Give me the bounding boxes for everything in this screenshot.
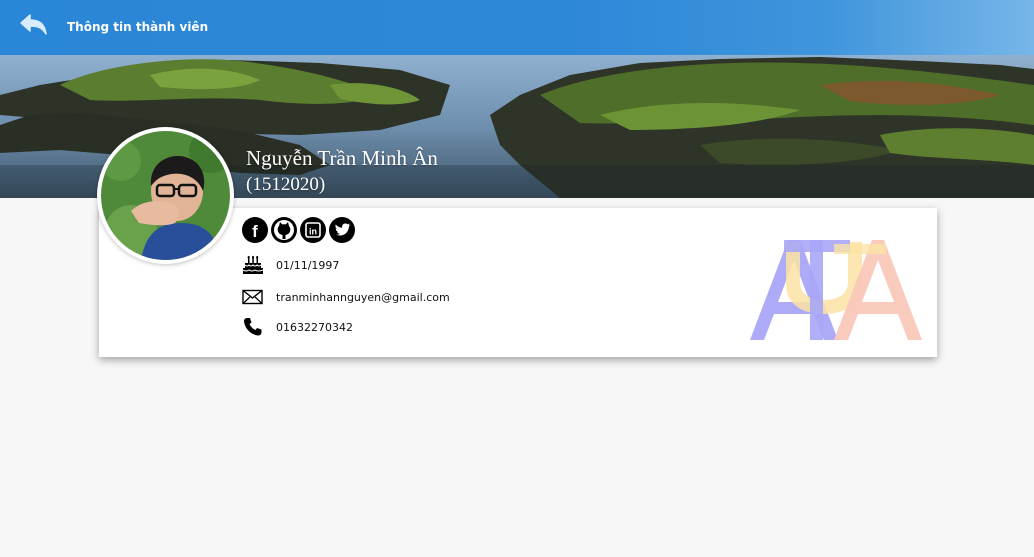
twitter-link[interactable] — [329, 217, 355, 243]
team-logo — [748, 234, 924, 344]
linkedin-icon: in — [305, 222, 321, 238]
member-name: Nguyễn Trần Minh Ân — [246, 146, 438, 170]
team-logo-mark — [750, 240, 922, 340]
email-row: tranminhannguyen@gmail.com — [242, 287, 450, 307]
twitter-icon — [335, 223, 351, 236]
svg-text:f: f — [252, 222, 258, 241]
phone-row: 01632270342 — [242, 317, 353, 337]
member-student-id: (1512020) — [246, 174, 326, 195]
birthday-row: 01/11/1997 — [242, 255, 339, 275]
linkedin-link[interactable]: in — [300, 217, 326, 243]
avatar — [97, 127, 234, 264]
social-links: f in — [242, 217, 355, 243]
avatar-photo — [101, 131, 230, 260]
email-text[interactable]: tranminhannguyen@gmail.com — [276, 291, 450, 304]
github-icon — [274, 220, 294, 240]
top-app-bar: Thông tin thành viên — [0, 0, 1034, 55]
phone-icon — [244, 318, 262, 336]
phone-text[interactable]: 01632270342 — [276, 321, 353, 334]
back-button[interactable] — [18, 12, 50, 40]
birthday-text: 01/11/1997 — [276, 258, 340, 272]
page-title: Thông tin thành viên — [67, 20, 209, 34]
svg-text:in: in — [309, 227, 317, 237]
envelope-icon — [242, 289, 263, 305]
github-link[interactable] — [271, 217, 297, 243]
birthday-cake-icon — [242, 255, 264, 274]
facebook-link[interactable]: f — [242, 217, 268, 243]
facebook-icon: f — [252, 222, 258, 241]
back-arrow-icon[interactable] — [18, 12, 50, 40]
